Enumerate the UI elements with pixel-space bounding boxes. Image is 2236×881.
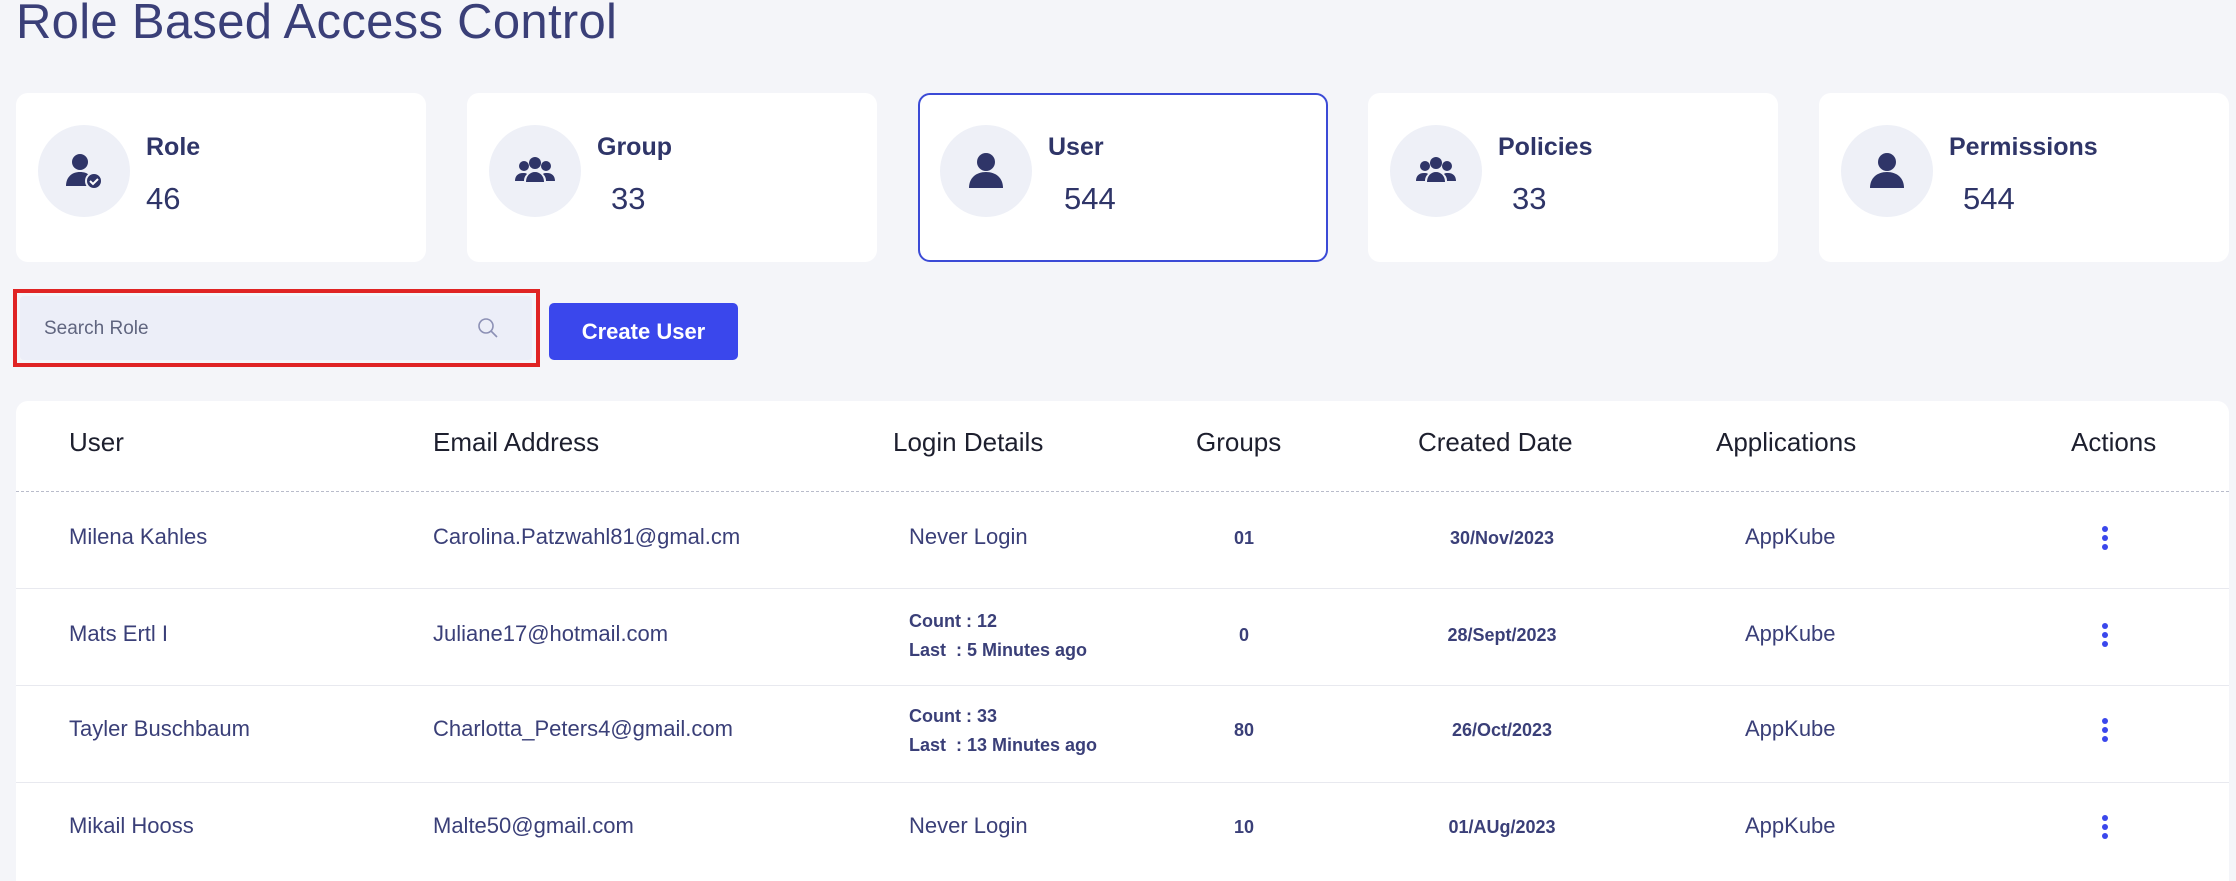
application-name: AppKube bbox=[1745, 716, 1836, 741]
search-icon[interactable] bbox=[476, 316, 500, 340]
row-actions-menu-icon[interactable] bbox=[2097, 526, 2113, 556]
column-header-applications[interactable]: Applications bbox=[1716, 427, 1856, 458]
login-count: Count : 12 bbox=[909, 611, 997, 631]
user-name: Mikail Hooss bbox=[69, 813, 194, 838]
card-permissions[interactable]: Permissions 544 bbox=[1819, 93, 2229, 262]
created-date: 01/AUg/2023 bbox=[1448, 817, 1556, 837]
card-value: 33 bbox=[1512, 181, 1547, 216]
column-header-user[interactable]: User bbox=[69, 427, 124, 458]
card-label: Group bbox=[597, 133, 672, 161]
user-icon bbox=[940, 125, 1032, 217]
application-name: AppKube bbox=[1745, 621, 1836, 646]
user-name: Milena Kahles bbox=[69, 524, 208, 549]
group-count: 01 bbox=[1233, 528, 1255, 548]
login-details: Never Login bbox=[909, 524, 1028, 549]
user-check-icon bbox=[38, 125, 130, 217]
card-value: 544 bbox=[1064, 181, 1116, 216]
table-row[interactable]: Mikail Hooss Malte50@gmail.com Never Log… bbox=[16, 782, 2229, 878]
login-last: Last : 5 Minutes ago bbox=[909, 640, 1088, 660]
card-group[interactable]: Group 33 bbox=[467, 93, 877, 262]
created-date: 26/Oct/2023 bbox=[1451, 720, 1553, 740]
group-count: 0 bbox=[1238, 625, 1249, 645]
user-name: Mats Ertl I bbox=[69, 621, 169, 646]
column-header-groups[interactable]: Groups bbox=[1196, 427, 1281, 458]
created-date: 30/Nov/2023 bbox=[1449, 528, 1555, 548]
table-row[interactable]: Tayler Buschbaum Charlotta_Peters4@gmail… bbox=[16, 686, 2229, 783]
card-label: Permissions bbox=[1949, 133, 2098, 161]
user-name: Tayler Buschbaum bbox=[69, 716, 250, 741]
table-header: User Email Address Login Details Groups … bbox=[16, 401, 2229, 492]
card-label: User bbox=[1048, 133, 1104, 161]
row-actions-menu-icon[interactable] bbox=[2097, 815, 2113, 845]
users-table: User Email Address Login Details Groups … bbox=[16, 401, 2229, 881]
user-email: Charlotta_Peters4@gmail.com bbox=[433, 716, 733, 741]
group-count: 80 bbox=[1233, 720, 1255, 740]
card-value: 33 bbox=[611, 181, 646, 216]
user-email: Malte50@gmail.com bbox=[433, 813, 634, 838]
login-details: Never Login bbox=[909, 813, 1028, 838]
card-user[interactable]: User 544 bbox=[918, 93, 1328, 262]
row-actions-menu-icon[interactable] bbox=[2097, 623, 2113, 653]
column-header-actions: Actions bbox=[2071, 427, 2157, 457]
table-row[interactable]: Milena Kahles Carolina.Patzwahl81@gmal.c… bbox=[16, 492, 2229, 589]
login-details: Count : 12 Last : 5 Minutes ago bbox=[909, 607, 1087, 665]
card-label: Policies bbox=[1498, 133, 1593, 161]
group-icon bbox=[489, 125, 581, 217]
application-name: AppKube bbox=[1745, 524, 1836, 549]
card-value: 544 bbox=[1963, 181, 2015, 216]
page-title: Role Based Access Control bbox=[16, 0, 618, 49]
user-email: Juliane17@hotmail.com bbox=[433, 621, 669, 646]
row-actions-menu-icon[interactable] bbox=[2097, 718, 2113, 748]
user-email: Carolina.Patzwahl81@gmal.cm bbox=[433, 524, 741, 549]
column-header-login[interactable]: Login Details bbox=[893, 427, 1043, 458]
stat-cards: Role 46 Group 33 User 544 Policies 33 Pe… bbox=[16, 93, 2229, 262]
group-icon bbox=[1390, 125, 1482, 217]
card-value: 46 bbox=[146, 181, 181, 216]
group-count: 10 bbox=[1233, 817, 1255, 837]
application-name: AppKube bbox=[1745, 813, 1836, 838]
table-row[interactable]: Mats Ertl I Juliane17@hotmail.com Count … bbox=[16, 589, 2229, 686]
card-policies[interactable]: Policies 33 bbox=[1368, 93, 1778, 262]
login-last: Last : 13 Minutes ago bbox=[909, 735, 1098, 755]
column-header-created[interactable]: Created Date bbox=[1418, 427, 1573, 458]
created-date: 28/Sept/2023 bbox=[1447, 625, 1557, 645]
search-box bbox=[20, 296, 532, 362]
user-icon bbox=[1841, 125, 1933, 217]
card-label: Role bbox=[146, 133, 201, 161]
column-header-email[interactable]: Email Address bbox=[433, 427, 599, 458]
login-count: Count : 33 bbox=[909, 706, 997, 726]
create-user-button[interactable]: Create User bbox=[549, 303, 738, 360]
card-role[interactable]: Role 46 bbox=[16, 93, 426, 262]
search-input[interactable] bbox=[42, 296, 466, 362]
login-details: Count : 33 Last : 13 Minutes ago bbox=[909, 702, 1097, 760]
